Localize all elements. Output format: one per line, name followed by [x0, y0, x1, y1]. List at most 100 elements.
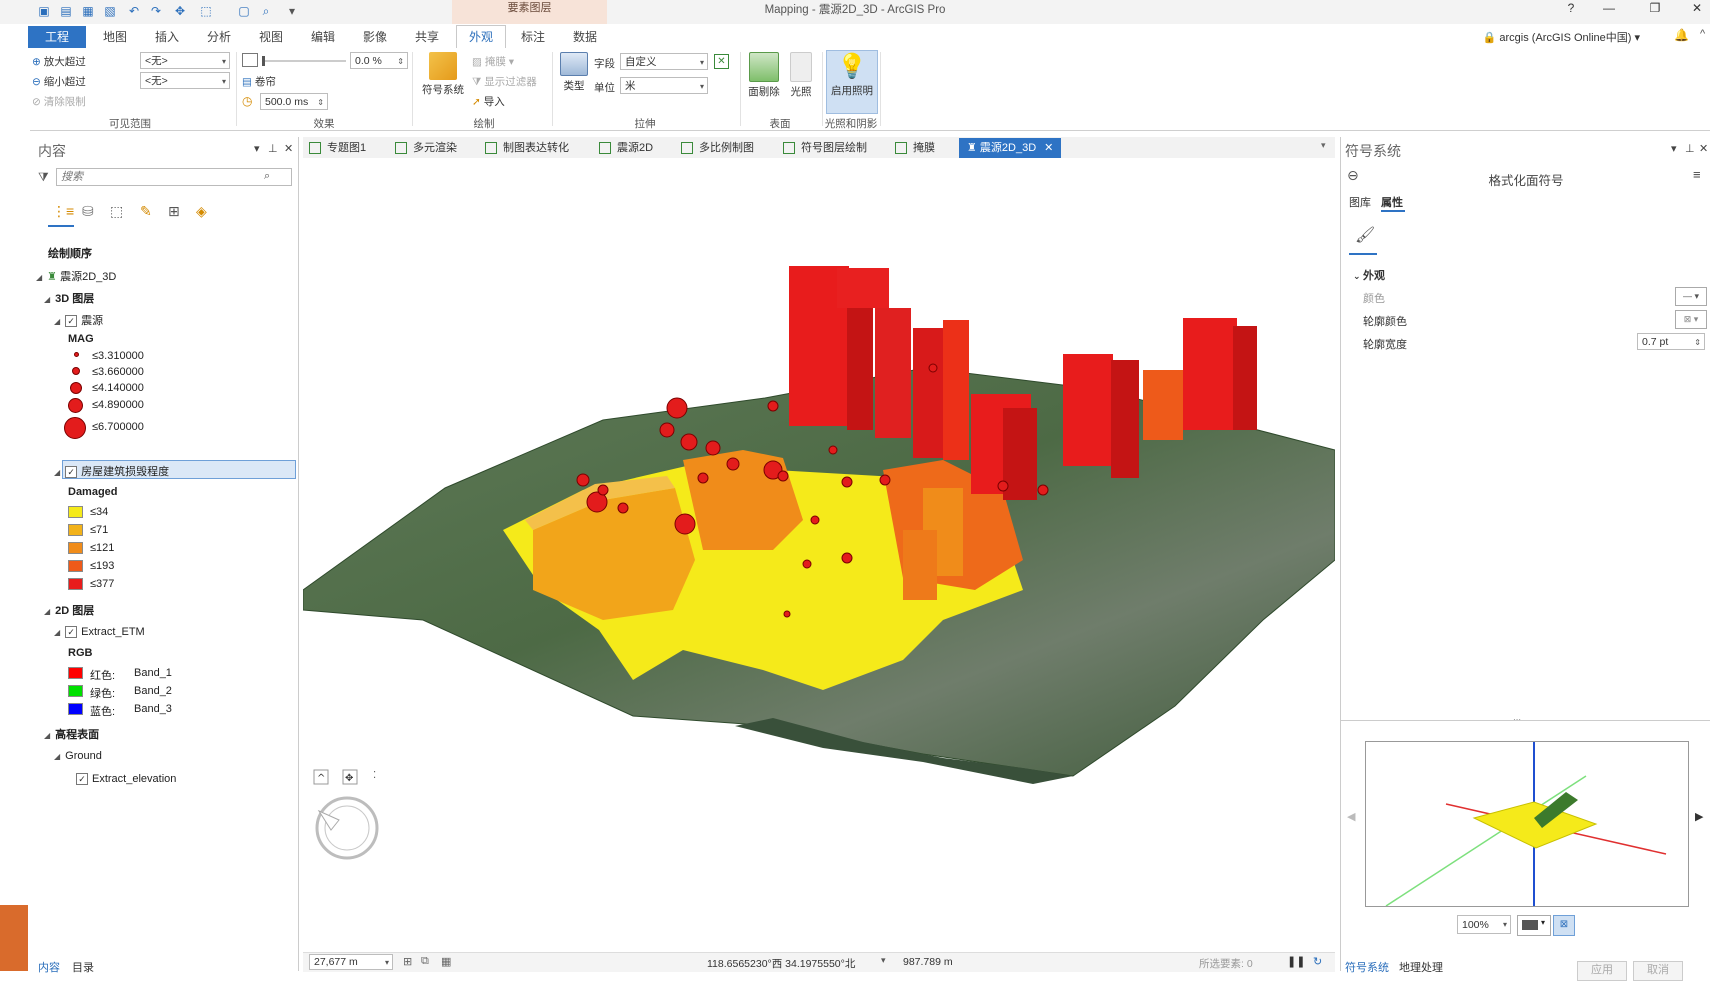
- tab-symbology[interactable]: 符号系统: [1345, 959, 1389, 975]
- tab-properties[interactable]: 属性: [1381, 194, 1403, 210]
- epicenter-point[interactable]: [841, 552, 853, 564]
- enable-lighting-button[interactable]: 💡 启用照明: [826, 50, 878, 114]
- damaged-class-swatch[interactable]: [68, 542, 83, 554]
- list-by-selection-icon[interactable]: ⬚: [110, 203, 123, 220]
- damaged-class-swatch[interactable]: [68, 560, 83, 572]
- face-culling-button[interactable]: 面剔除: [744, 52, 784, 99]
- expand-triangle-icon[interactable]: ◢: [44, 295, 50, 304]
- elevation-layer-node[interactable]: ✓ Extract_elevation: [76, 773, 176, 786]
- preview-prev-icon[interactable]: ◀: [1347, 810, 1355, 823]
- search-icon[interactable]: ⌕: [264, 170, 270, 183]
- expand-triangle-icon[interactable]: ◢: [54, 752, 60, 761]
- swipe-button[interactable]: ▤ 卷帘: [242, 74, 276, 89]
- epicenter-point[interactable]: [697, 472, 709, 484]
- preview-3d-toggle[interactable]: ⊠: [1553, 915, 1575, 936]
- help-button[interactable]: ?: [1556, 0, 1586, 18]
- mag-class-symbol[interactable]: [64, 417, 86, 439]
- snapping-icon[interactable]: ⧉: [421, 955, 429, 968]
- scale-select[interactable]: 27,677 m ▾: [309, 954, 393, 970]
- view-tab[interactable]: 符号图层绘制: [783, 139, 867, 157]
- damaged-class-swatch[interactable]: [68, 506, 83, 518]
- list-by-editing-icon[interactable]: ✎: [140, 203, 152, 220]
- list-by-snapping-icon[interactable]: ⊞: [168, 203, 180, 220]
- epicenter-point[interactable]: [783, 610, 791, 618]
- tab-edit[interactable]: 编辑: [306, 28, 340, 48]
- apply-button[interactable]: 应用: [1577, 961, 1627, 981]
- epicenter-point[interactable]: [659, 422, 675, 438]
- transparency-input[interactable]: 0.0 % ⇕: [350, 52, 408, 69]
- layer-visibility-checkbox[interactable]: ✓: [65, 626, 78, 639]
- tab-analysis[interactable]: 分析: [202, 28, 236, 48]
- refresh-icon[interactable]: ↻: [1313, 955, 1322, 968]
- epicenter-point[interactable]: [674, 513, 696, 535]
- outline-width-input[interactable]: 0.7 pt ⇕: [1637, 333, 1705, 350]
- epicenter-point[interactable]: [777, 470, 789, 482]
- pane-options-icon[interactable]: ▾: [254, 142, 260, 155]
- epicenter-layer-node[interactable]: ◢ ✓ 震源: [54, 312, 103, 328]
- appearance-section[interactable]: ⌄ 外观: [1353, 267, 1385, 283]
- damaged-class-swatch[interactable]: [68, 524, 83, 536]
- mask-button[interactable]: ▨ 掩膜 ▾: [472, 54, 514, 69]
- epicenter-point[interactable]: [726, 457, 740, 471]
- tab-view[interactable]: 视图: [254, 28, 288, 48]
- list-by-data-source-icon[interactable]: ⛁: [82, 203, 94, 220]
- splitter-grip-icon[interactable]: ⋯: [1513, 715, 1521, 724]
- navigator-options-icon[interactable]: ⁚: [373, 770, 376, 781]
- epicenter-point[interactable]: [617, 502, 629, 514]
- expand-triangle-icon[interactable]: ◢: [54, 468, 60, 477]
- list-by-drawing-order-icon[interactable]: ⋮≡: [52, 203, 74, 220]
- restore-button[interactable]: ❐: [1640, 0, 1670, 18]
- epicenter-point[interactable]: [928, 363, 938, 373]
- notification-bell-icon[interactable]: 🔔: [1674, 28, 1689, 42]
- close-pane-icon[interactable]: ✕: [284, 142, 293, 155]
- epicenter-point[interactable]: [705, 440, 721, 456]
- account-menu[interactable]: 🔒 arcgis (ArcGIS Online中国) ▾: [1483, 29, 1640, 45]
- expand-triangle-icon[interactable]: ◢: [44, 607, 50, 616]
- layer-visibility-checkbox[interactable]: ✓: [65, 315, 78, 328]
- mag-class-symbol[interactable]: [72, 367, 80, 375]
- extrusion-type-button[interactable]: 类型: [556, 52, 592, 93]
- view-tab[interactable]: 多元渲染: [395, 139, 457, 157]
- list-by-labeling-icon[interactable]: ◈: [196, 203, 207, 220]
- tab-data[interactable]: 数据: [568, 28, 602, 48]
- preview-background-select[interactable]: ▾: [1517, 915, 1551, 936]
- damaged-class-swatch[interactable]: [68, 578, 83, 590]
- epicenter-point[interactable]: [828, 445, 838, 455]
- tab-appearance[interactable]: 外观: [456, 25, 506, 50]
- etm-layer-node[interactable]: ◢ ✓ Extract_ETM: [54, 626, 145, 639]
- spinner-icon[interactable]: ⇕: [317, 94, 324, 111]
- pin-icon[interactable]: ⊥: [268, 142, 278, 155]
- 2d-layers-node[interactable]: ◢ 2D 图层: [44, 602, 94, 618]
- zoom-out-beyond-select[interactable]: <无> ▾: [140, 72, 230, 89]
- hamburger-menu-icon[interactable]: ≡: [1693, 167, 1701, 182]
- outline-color-picker[interactable]: ⊠ ▾: [1675, 310, 1707, 329]
- tab-share[interactable]: 共享: [410, 28, 444, 48]
- band-swatch-red[interactable]: [68, 667, 83, 679]
- lighting-button[interactable]: 光照: [786, 52, 816, 99]
- tab-labeling[interactable]: 标注: [516, 28, 550, 48]
- tab-insert[interactable]: 插入: [150, 28, 184, 48]
- transparency-slider[interactable]: [262, 56, 346, 66]
- extrusion-unit-select[interactable]: 米 ▾: [620, 77, 708, 94]
- mag-class-symbol[interactable]: [74, 352, 79, 357]
- epicenter-point[interactable]: [576, 473, 590, 487]
- view-tab[interactable]: 震源2D: [599, 139, 653, 157]
- spinner-icon[interactable]: ⇕: [397, 53, 404, 70]
- minimize-button[interactable]: —: [1594, 0, 1624, 18]
- layer-visibility-checkbox[interactable]: ✓: [65, 466, 78, 479]
- damage-layer-node[interactable]: ◢ ✓ 房屋建筑损毁程度: [54, 463, 169, 479]
- cancel-button[interactable]: 取消: [1633, 961, 1683, 981]
- epicenter-point[interactable]: [666, 397, 688, 419]
- 3d-layers-node[interactable]: ◢ 3D 图层: [44, 290, 94, 306]
- symbology-button[interactable]: 符号系统: [418, 52, 468, 97]
- epicenter-point[interactable]: [810, 515, 820, 525]
- epicenter-point[interactable]: [767, 400, 779, 412]
- tab-project[interactable]: 工程: [28, 26, 86, 48]
- pane-options-icon[interactable]: ▾: [1671, 142, 1677, 155]
- tab-map[interactable]: 地图: [98, 28, 132, 48]
- preview-zoom-select[interactable]: 100% ▾: [1457, 915, 1511, 934]
- clear-limits-button[interactable]: ⊘ 清除限制: [32, 94, 86, 109]
- epicenter-point[interactable]: [879, 474, 891, 486]
- filter-icon[interactable]: ⧩: [38, 170, 49, 185]
- zoom-out-beyond-button[interactable]: ⊖ 缩小超过: [32, 74, 86, 89]
